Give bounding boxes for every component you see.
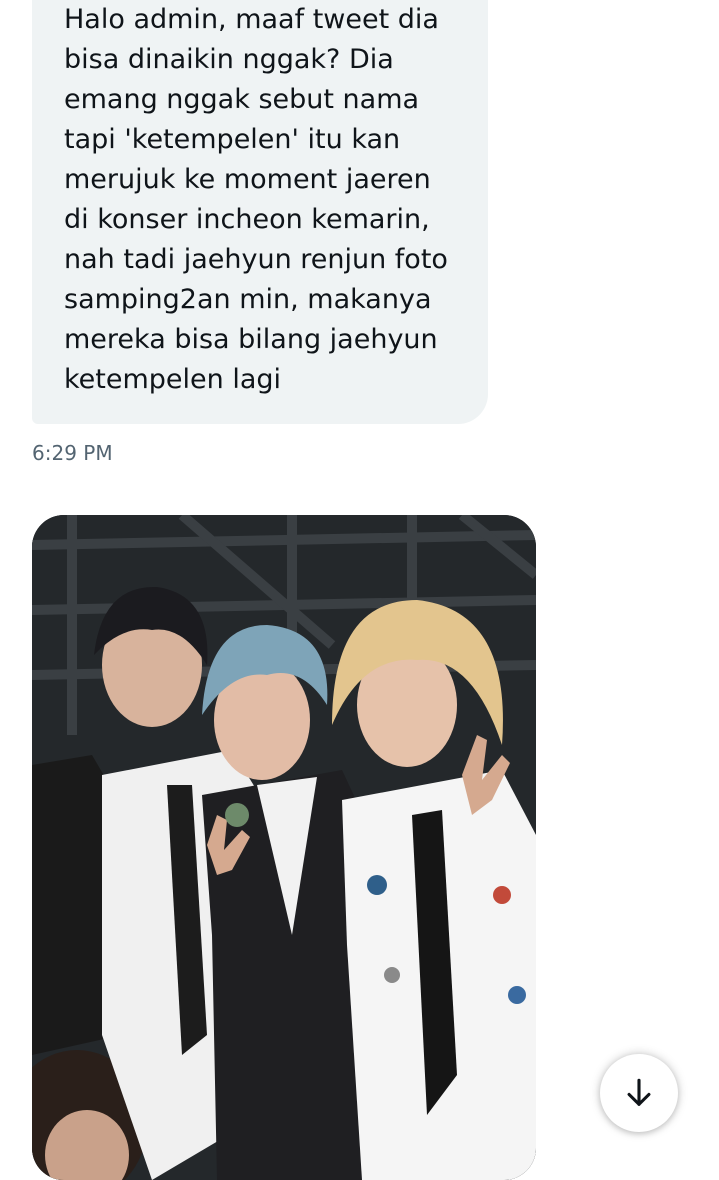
message-image[interactable] bbox=[32, 515, 536, 1180]
scroll-to-bottom-button[interactable] bbox=[600, 1054, 678, 1132]
arrow-down-icon bbox=[627, 1078, 651, 1106]
message-text: Halo admin, maaf tweet dia bisa dinaikin… bbox=[64, 4, 448, 395]
message-timestamp: 6:29 PM bbox=[32, 441, 113, 465]
photo-illustration bbox=[32, 515, 536, 1180]
